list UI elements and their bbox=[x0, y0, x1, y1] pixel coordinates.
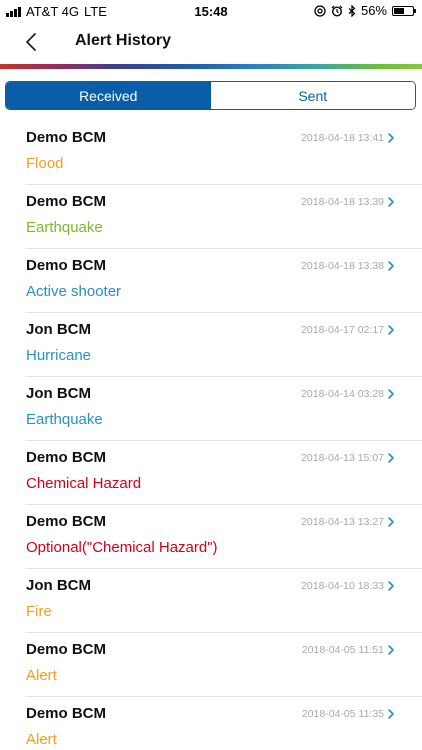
alert-type: Alert bbox=[26, 731, 57, 748]
alert-sender: Demo BCM bbox=[26, 257, 107, 274]
alert-sender: Jon BCM bbox=[26, 577, 91, 594]
battery-icon bbox=[392, 5, 416, 16]
alert-sender: Jon BCM bbox=[26, 385, 91, 402]
alert-sender: Demo BCM bbox=[26, 129, 107, 146]
chevron-right-icon bbox=[388, 133, 394, 143]
back-button[interactable] bbox=[18, 28, 48, 58]
alert-row[interactable]: Demo BCM Flood 2018-04-18 13:41 bbox=[0, 121, 422, 185]
alert-timestamp: 2018-04-13 13:27 bbox=[301, 516, 384, 528]
status-bar: AT&T 4G LTE 15:48 56% bbox=[0, 0, 422, 22]
alert-type: Earthquake bbox=[26, 411, 103, 428]
status-right: 56% bbox=[314, 3, 416, 18]
alert-timestamp: 2018-04-10 18:33 bbox=[301, 580, 384, 592]
alert-timestamp: 2018-04-13 15:07 bbox=[301, 452, 384, 464]
alert-type: Hurricane bbox=[26, 347, 92, 364]
page-title: Alert History bbox=[75, 32, 172, 49]
alert-row[interactable]: Jon BCM Earthquake 2018-04-14 03:28 bbox=[0, 377, 422, 441]
alert-sender: Demo BCM bbox=[26, 193, 107, 210]
bluetooth-icon bbox=[348, 4, 356, 17]
tab-switcher: Received Sent bbox=[5, 81, 416, 110]
alert-type: Flood bbox=[26, 155, 64, 172]
tab-sent[interactable]: Sent bbox=[210, 82, 415, 109]
alert-type: Earthquake bbox=[26, 219, 103, 236]
alert-sender: Jon BCM bbox=[26, 321, 91, 338]
battery-percent: 56% bbox=[360, 3, 387, 18]
screen: AT&T 4G LTE 15:48 56% Alert History Rece… bbox=[0, 0, 422, 750]
chevron-right-icon bbox=[388, 453, 394, 463]
alert-timestamp: 2018-04-18 13:41 bbox=[301, 132, 384, 144]
chevron-right-icon bbox=[388, 645, 394, 655]
alert-row[interactable]: Demo BCM Chemical Hazard 2018-04-13 15:07 bbox=[0, 441, 422, 505]
alert-timestamp: 2018-04-05 11:51 bbox=[301, 644, 384, 656]
alert-sender: Demo BCM bbox=[26, 449, 107, 466]
alert-sender: Demo BCM bbox=[26, 641, 107, 658]
alert-type: Alert bbox=[26, 667, 57, 684]
alert-timestamp: 2018-04-05 11:35 bbox=[301, 708, 384, 720]
battery-fill bbox=[394, 7, 404, 14]
nav-bar: Alert History bbox=[0, 22, 422, 64]
chevron-right-icon bbox=[388, 709, 394, 719]
chevron-right-icon bbox=[388, 261, 394, 271]
alert-timestamp: 2018-04-18 13:39 bbox=[301, 196, 384, 208]
alert-timestamp: 2018-04-14 03:28 bbox=[301, 388, 384, 400]
chevron-right-icon bbox=[388, 581, 394, 591]
alert-row[interactable]: Jon BCM Fire 2018-04-10 18:33 bbox=[0, 569, 422, 633]
alert-row[interactable]: Demo BCM Alert 2018-04-05 11:51 bbox=[0, 633, 422, 697]
alert-type: Active shooter bbox=[26, 283, 122, 300]
alarm-icon bbox=[331, 5, 343, 17]
tab-received[interactable]: Received bbox=[6, 82, 211, 109]
alert-row[interactable]: Demo BCM Active shooter 2018-04-18 13:38 bbox=[0, 249, 422, 313]
at-icon bbox=[314, 4, 326, 17]
alert-type: Chemical Hazard bbox=[26, 475, 142, 492]
alert-row[interactable]: Demo BCM Earthquake 2018-04-18 13:39 bbox=[0, 185, 422, 249]
chevron-right-icon bbox=[388, 389, 394, 399]
chevron-right-icon bbox=[388, 197, 394, 207]
alert-sender: Demo BCM bbox=[26, 513, 107, 530]
alert-type: Optional("Chemical Hazard") bbox=[26, 539, 218, 556]
alert-type: Fire bbox=[26, 603, 52, 620]
chevron-right-icon bbox=[388, 325, 394, 335]
alert-sender: Demo BCM bbox=[26, 705, 107, 722]
brand-divider bbox=[0, 64, 422, 69]
alert-row[interactable]: Demo BCM Alert 2018-04-05 11:35 bbox=[0, 697, 422, 750]
alert-row[interactable]: Demo BCM Optional("Chemical Hazard") 2018-… bbox=[0, 505, 422, 569]
alert-timestamp: 2018-04-17 02:17 bbox=[301, 324, 384, 336]
alert-timestamp: 2018-04-18 13:38 bbox=[301, 260, 384, 272]
alert-row[interactable]: Jon BCM Hurricane 2018-04-17 02:17 bbox=[0, 313, 422, 377]
chevron-right-icon bbox=[388, 517, 394, 527]
chevron-left-icon bbox=[26, 33, 36, 51]
alert-list: Demo BCM Flood 2018-04-18 13:41 Demo BCM Ear… bbox=[0, 121, 422, 750]
